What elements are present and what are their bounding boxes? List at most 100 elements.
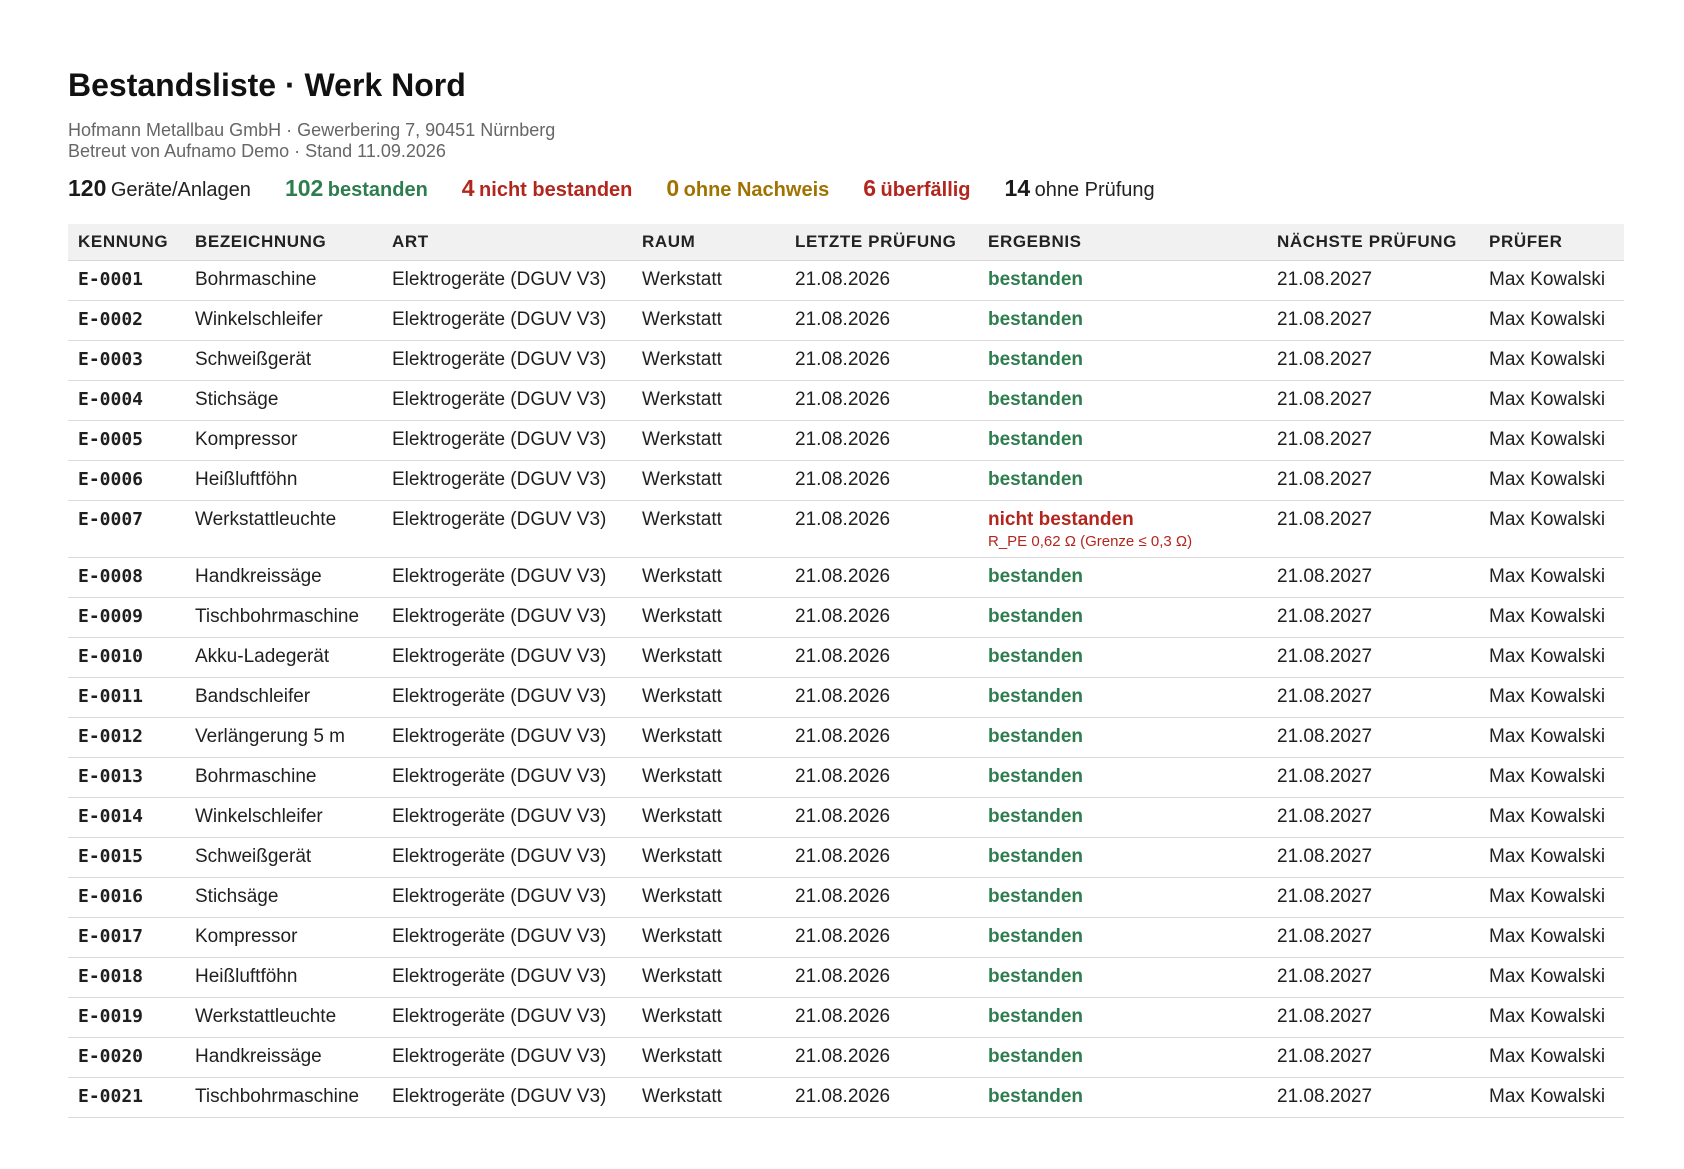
cell-pruefer: Max Kowalski <box>1479 837 1624 878</box>
result-status: bestanden <box>988 389 1084 410</box>
cell-pruefer: Max Kowalski <box>1479 500 1624 558</box>
cell-kennung: E-0006 <box>68 460 185 501</box>
cell-art: Elektrogeräte (DGUV V3) <box>382 460 632 501</box>
table-row: E-0013 Bohrmaschine Elektrogeräte (DGUV V3… <box>68 757 1624 798</box>
table-row: E-0015 Schweißgerät Elektrogeräte (DGUV V3… <box>68 837 1624 878</box>
stat-overdue-count: 6 <box>863 175 877 201</box>
table-row: E-0010 Akku-Ladegerät Elektrogeräte (DGUV … <box>68 637 1624 678</box>
cell-raum: Werkstatt <box>632 1037 785 1078</box>
cell-kennung: E-0011 <box>68 677 185 718</box>
cell-raum: Werkstatt <box>632 340 785 381</box>
cell-letzte-pruefung: 21.08.2026 <box>785 460 978 501</box>
cell-bezeichnung: Stichsäge <box>185 380 382 421</box>
cell-naechste-pruefung: 21.08.2027 <box>1267 757 1479 798</box>
cell-naechste-pruefung: 21.08.2027 <box>1267 300 1479 341</box>
cell-raum: Werkstatt <box>632 717 785 758</box>
table-row: E-0003 Schweißgerät Elektrogeräte (DGUV V3… <box>68 340 1624 381</box>
stat-no-proof-count: 0 <box>666 175 680 201</box>
column-header-kennung: KENNUNG <box>68 224 185 261</box>
stat-overdue: 6 überfällig <box>863 175 970 202</box>
cell-ergebnis: bestanden <box>978 797 1267 838</box>
cell-art: Elektrogeräte (DGUV V3) <box>382 597 632 638</box>
cell-art: Elektrogeräte (DGUV V3) <box>382 797 632 838</box>
cell-naechste-pruefung: 21.08.2027 <box>1267 677 1479 718</box>
stat-failed-count: 4 <box>461 175 475 201</box>
table-row: E-0002 Winkelschleifer Elektrogeräte (DGUV… <box>68 300 1624 341</box>
cell-bezeichnung: Bohrmaschine <box>185 757 382 798</box>
table-header-row: KENNUNG BEZEICHNUNG ART RAUM LETZTE PRÜF… <box>68 224 1624 261</box>
company-address: Hofmann Metallbau GmbH · Gewerbering 7, … <box>68 120 556 140</box>
cell-kennung: E-0019 <box>68 997 185 1038</box>
cell-bezeichnung: Bohrmaschine <box>185 260 382 301</box>
cell-pruefer: Max Kowalski <box>1479 557 1624 598</box>
result-status: bestanden <box>988 806 1084 827</box>
cell-letzte-pruefung: 21.08.2026 <box>785 797 978 838</box>
stat-total: 120 Geräte/Anlagen <box>68 175 251 202</box>
cell-kennung: E-0014 <box>68 797 185 838</box>
stat-passed-count: 102 <box>284 175 324 201</box>
result-status: bestanden <box>988 1046 1084 1067</box>
result-status: bestanden <box>988 926 1084 947</box>
cell-art: Elektrogeräte (DGUV V3) <box>382 420 632 461</box>
stat-unchecked: 14 ohne Prüfung <box>1005 175 1155 202</box>
cell-pruefer: Max Kowalski <box>1479 260 1624 301</box>
cell-ergebnis: nicht bestanden R_PE 0,62 Ω (Grenze ≤ 0,3… <box>978 500 1267 558</box>
cell-naechste-pruefung: 21.08.2027 <box>1267 260 1479 301</box>
cell-art: Elektrogeräte (DGUV V3) <box>382 300 632 341</box>
cell-naechste-pruefung: 21.08.2027 <box>1267 500 1479 558</box>
cell-raum: Werkstatt <box>632 260 785 301</box>
table-row: E-0018 Heißluftföhn Elektrogeräte (DGUV V3… <box>68 957 1624 998</box>
cell-naechste-pruefung: 21.08.2027 <box>1267 957 1479 998</box>
cell-kennung: E-0001 <box>68 260 185 301</box>
page-title: Bestandsliste · Werk Nord <box>68 67 466 103</box>
cell-bezeichnung: Handkreissäge <box>185 557 382 598</box>
cell-art: Elektrogeräte (DGUV V3) <box>382 557 632 598</box>
table-row: E-0014 Winkelschleifer Elektrogeräte (DGUV… <box>68 797 1624 838</box>
cell-ergebnis: bestanden <box>978 460 1267 501</box>
table-row: E-0019 Werkstattleuchte Elektrogeräte (DGU… <box>68 997 1624 1038</box>
table-row: E-0017 Kompressor Elektrogeräte (DGUV V3) W… <box>68 917 1624 958</box>
cell-naechste-pruefung: 21.08.2027 <box>1267 597 1479 638</box>
cell-art: Elektrogeräte (DGUV V3) <box>382 997 632 1038</box>
cell-ergebnis: bestanden <box>978 1037 1267 1078</box>
cell-bezeichnung: Verlängerung 5 m <box>185 717 382 758</box>
cell-raum: Werkstatt <box>632 300 785 341</box>
result-status: bestanden <box>988 469 1084 490</box>
cell-bezeichnung: Werkstattleuchte <box>185 997 382 1038</box>
cell-kennung: E-0002 <box>68 300 185 341</box>
cell-ergebnis: bestanden <box>978 1077 1267 1118</box>
cell-raum: Werkstatt <box>632 757 785 798</box>
cell-kennung: E-0021 <box>68 1077 185 1118</box>
cell-naechste-pruefung: 21.08.2027 <box>1267 380 1479 421</box>
stat-total-count: 120 <box>68 175 107 201</box>
stat-passed: 102 bestanden <box>285 175 428 202</box>
result-status: bestanden <box>988 646 1084 667</box>
cell-bezeichnung: Akku-Ladegerät <box>185 637 382 678</box>
cell-letzte-pruefung: 21.08.2026 <box>785 557 978 598</box>
cell-bezeichnung: Schweißgerät <box>185 340 382 381</box>
cell-pruefer: Max Kowalski <box>1479 877 1624 918</box>
cell-naechste-pruefung: 21.08.2027 <box>1267 717 1479 758</box>
cell-raum: Werkstatt <box>632 1077 785 1118</box>
cell-raum: Werkstatt <box>632 677 785 718</box>
cell-pruefer: Max Kowalski <box>1479 917 1624 958</box>
cell-kennung: E-0016 <box>68 877 185 918</box>
cell-raum: Werkstatt <box>632 797 785 838</box>
cell-kennung: E-0012 <box>68 717 185 758</box>
cell-kennung: E-0010 <box>68 637 185 678</box>
cell-kennung: E-0004 <box>68 380 185 421</box>
cell-pruefer: Max Kowalski <box>1479 597 1624 638</box>
table-row: E-0020 Handkreissäge Elektrogeräte (DGUV V… <box>68 1037 1624 1078</box>
cell-raum: Werkstatt <box>632 917 785 958</box>
cell-bezeichnung: Winkelschleifer <box>185 797 382 838</box>
cell-pruefer: Max Kowalski <box>1479 460 1624 501</box>
cell-art: Elektrogeräte (DGUV V3) <box>382 957 632 998</box>
cell-kennung: E-0007 <box>68 500 185 558</box>
cell-art: Elektrogeräte (DGUV V3) <box>382 260 632 301</box>
result-status: bestanden <box>988 269 1084 290</box>
cell-kennung: E-0017 <box>68 917 185 958</box>
cell-ergebnis: bestanden <box>978 300 1267 341</box>
result-status: bestanden <box>988 349 1084 370</box>
cell-naechste-pruefung: 21.08.2027 <box>1267 797 1479 838</box>
stat-failed-label: nicht bestanden <box>479 179 633 201</box>
